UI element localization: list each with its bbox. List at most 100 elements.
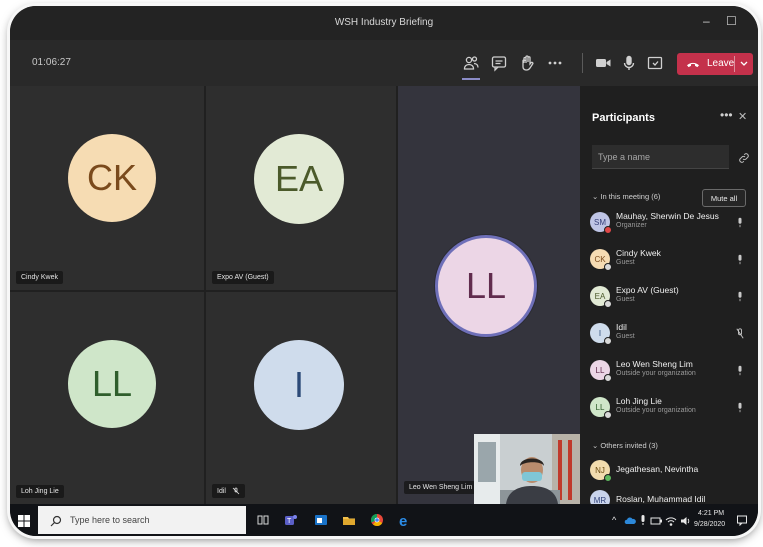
onedrive-icon[interactable] [624,514,636,526]
svg-text:e: e [399,513,407,527]
svg-text:T: T [287,518,292,525]
leave-button[interactable]: Leave [677,53,753,75]
microphone-icon[interactable] [620,54,638,72]
tray-microphone-icon[interactable] [638,513,648,525]
edge-icon[interactable]: e [398,513,412,530]
presence-status-dot [604,263,612,271]
video-tile-idil[interactable]: I Idil [206,292,396,504]
more-icon[interactable] [546,54,564,72]
participant-name: Idil [616,322,627,332]
microphone-icon[interactable] [736,252,744,265]
windows-start-icon[interactable] [18,514,30,527]
tile-name-text: Leo Wen Sheng Lim [409,484,473,491]
taskbar-search-box[interactable]: Type here to search [38,506,246,534]
participant-role: Outside your organization [616,370,696,377]
chat-icon[interactable] [490,54,508,72]
file-explorer-icon[interactable] [342,513,356,527]
tile-name-label: Expo AV (Guest) [212,271,274,284]
participant-row[interactable]: NJ Jegathesan, Nevintha [590,458,750,488]
outlook-app-icon[interactable] [314,513,328,527]
meeting-toolbar: 01:06:27 Leave [10,40,758,86]
avatar-initials: LL [465,265,507,306]
participant-row[interactable]: LL Leo Wen Sheng Lim Outside your organiza… [590,358,750,388]
tile-name-label: Loh Jing Lie [16,485,64,498]
presence-status-dot [604,474,612,482]
microphone-icon[interactable] [736,289,744,302]
video-tile-loh-jing-lie[interactable]: LL Loh Jing Lie [10,292,204,504]
teams-app-icon[interactable]: T [284,513,298,527]
presence-status-dot [604,337,612,345]
participant-row[interactable]: I Idil Guest [590,321,750,351]
tile-name-text: Loh Jing Lie [21,488,59,495]
panel-more-button[interactable]: ••• [720,108,733,122]
tile-name-label: Idil [212,484,245,498]
notification-icon[interactable] [736,513,748,527]
tile-name-text: Cindy Kwek [21,274,58,281]
share-tray-icon[interactable] [646,54,664,72]
battery-icon[interactable] [650,514,662,526]
avatar-speaking: LL [438,238,534,334]
mute-all-button[interactable]: Mute all [702,189,746,207]
volume-icon[interactable] [680,514,692,526]
participant-row[interactable]: CK Cindy Kwek Guest [590,247,750,277]
participant-role: Guest [616,259,635,266]
presence-status-dot [604,411,612,419]
participant-role: Guest [616,296,635,303]
tray-expand-icon[interactable]: ^ [612,515,616,525]
participant-name: Leo Wen Sheng Lim [616,359,693,369]
chevron-down-icon[interactable] [739,57,749,69]
avatar-initials: EA [274,158,324,199]
participant-role: Organizer [616,222,647,229]
clock-time[interactable]: 4:21 PM [698,510,724,517]
chrome-icon[interactable] [370,513,384,527]
windows-taskbar: Type here to search T e ^ 4:21 PM 9/28/2… [10,504,758,536]
presence-status-dot [604,374,612,382]
active-tab-indicator [462,78,480,80]
mic-off-icon [232,487,240,495]
raise-hand-icon[interactable] [518,54,536,72]
in-meeting-header[interactable]: ⌄ In this meeting (6) [592,192,660,201]
participant-name: Roslan, Muhammad Idil [616,494,706,504]
teams-window: WSH Industry Briefing – ☐ 01:06:27 Leave… [10,6,758,536]
clock-date[interactable]: 9/28/2020 [694,521,725,528]
task-view-icon[interactable] [256,513,270,527]
participant-name: Cindy Kwek [616,248,661,258]
participant-row[interactable]: LL Loh Jing Lie Outside your organization [590,395,750,425]
maximize-button[interactable]: ☐ [726,14,737,28]
avatar-initials: LL [91,363,133,404]
avatar-initials: CK [86,157,137,198]
microphone-icon[interactable] [736,400,744,413]
avatar: I [254,340,344,430]
share-invite-icon[interactable] [738,151,750,163]
tile-name-label: Cindy Kwek [16,271,63,284]
minimize-button[interactable]: – [703,14,710,28]
avatar: CK [68,134,156,222]
avatar-initials: I [293,364,304,405]
video-tile-cindy-kwek[interactable]: CK Cindy Kwek [10,86,204,290]
participant-name: Mauhay, Sherwin De Jesus [616,211,719,221]
wifi-icon[interactable] [665,514,677,526]
tile-name-label: Leo Wen Sheng Lim [404,481,478,494]
participants-panel: Participants ••• ✕ ⌄ In this meeting (6)… [580,86,758,512]
title-bar: WSH Industry Briefing – ☐ [10,6,758,40]
tile-name-text: Expo AV (Guest) [217,274,269,281]
participant-row[interactable]: SM Mauhay, Sherwin De Jesus Organizer [590,210,750,240]
participant-name: Jegathesan, Nevintha [616,464,699,474]
others-invited-header[interactable]: ⌄ Others invited (3) [592,441,658,450]
avatar: EA [254,134,344,224]
video-tile-expo-av[interactable]: EA Expo AV (Guest) [206,86,396,290]
microphone-icon[interactable] [736,363,744,376]
phone-hangup-icon [686,57,700,71]
leave-label: Leave [707,58,735,69]
self-video-preview[interactable] [474,434,580,504]
toolbar-divider [582,53,583,73]
camera-icon[interactable] [594,54,612,72]
people-icon[interactable] [462,54,480,72]
participant-search-input[interactable] [592,145,729,169]
mic-muted-icon[interactable] [736,326,744,339]
participant-row[interactable]: EA Expo AV (Guest) Guest [590,284,750,314]
microphone-icon[interactable] [736,215,744,228]
leave-divider [734,56,735,72]
panel-close-button[interactable]: ✕ [738,110,747,123]
taskbar-search-placeholder: Type here to search [70,515,150,525]
